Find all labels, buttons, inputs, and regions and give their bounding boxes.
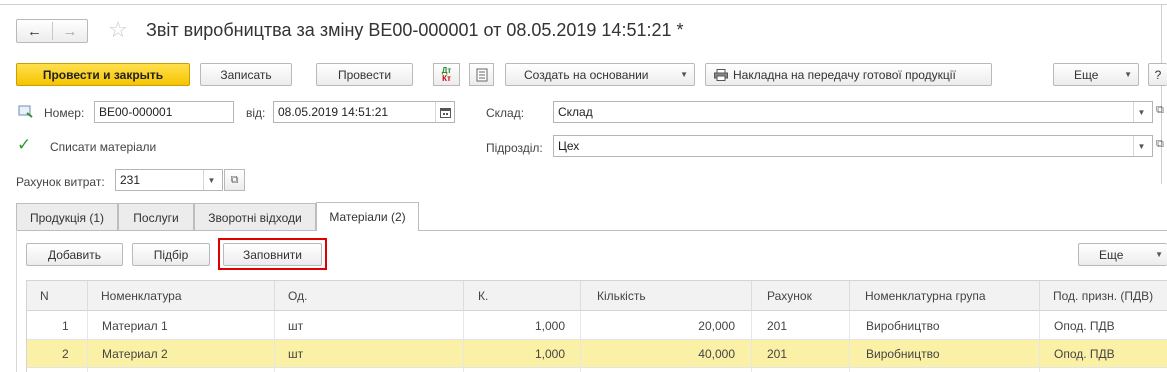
column-divider [274, 281, 275, 312]
table-more-label: Еще [1099, 247, 1124, 262]
cell-n: 2 [62, 347, 69, 361]
column-divider [463, 311, 464, 372]
cell-nomenclature: Материал 1 [102, 319, 168, 333]
create-based-on-button[interactable]: Создать на основании ▼ [505, 63, 695, 86]
column-header-n[interactable]: N [40, 289, 49, 303]
column-header-nomenclature-group[interactable]: Номенклатурна група [865, 289, 986, 303]
fill-button[interactable]: Заповнити [223, 243, 322, 266]
checkmark-icon[interactable]: ✓ [17, 136, 33, 153]
warehouse-label: Склад: [486, 106, 525, 120]
chevron-down-icon[interactable]: ▼ [1133, 102, 1149, 122]
invoice-print-button[interactable]: Накладна на передачу готової продукції [705, 63, 992, 86]
arrow-left-icon[interactable]: ← [17, 20, 52, 42]
open-link-icon[interactable]: ⧉ [1156, 138, 1167, 154]
column-header-quantity[interactable]: Кількість [597, 289, 646, 303]
window-top-border [0, 4, 1167, 5]
column-header-account[interactable]: Рахунок [767, 289, 812, 303]
more-button[interactable]: Еще ▼ [1053, 63, 1139, 86]
cost-account-label: Рахунок витрат: [16, 175, 105, 189]
division-label: Підрозділ: [486, 141, 543, 155]
table-header: N Номенклатура Од. К. Кількість Рахунок … [26, 280, 1167, 312]
post-button[interactable]: Провести [316, 63, 413, 86]
create-based-on-label: Создать на основании [524, 67, 649, 82]
column-divider [274, 311, 275, 372]
date-field[interactable]: 08.05.2019 14:51:21 [273, 101, 455, 123]
open-link-icon[interactable]: ⧉ [224, 169, 245, 191]
chevron-down-icon: ▼ [1124, 70, 1132, 79]
warehouse-field[interactable]: Склад [553, 101, 1153, 123]
post-and-close-button[interactable]: Провести и закрыть [16, 63, 190, 86]
cell-account: 201 [767, 347, 788, 361]
cell-account: 201 [767, 319, 788, 333]
tab-returnable-waste[interactable]: Зворотні відходи [194, 203, 316, 231]
chevron-down-icon: ▼ [1155, 250, 1163, 259]
cell-nomenclature-group: Виробництво [866, 347, 940, 361]
more-button-label: Еще [1074, 67, 1099, 82]
column-divider [751, 311, 752, 372]
division-field[interactable]: Цех [553, 135, 1153, 157]
arrow-right-icon[interactable]: → [53, 20, 87, 42]
column-divider [849, 311, 850, 372]
tab-services[interactable]: Послуги [118, 203, 194, 231]
cell-coefficient: 1,000 [534, 347, 565, 361]
column-header-coefficient[interactable]: К. [478, 289, 488, 303]
column-divider [580, 311, 581, 372]
column-divider [849, 281, 850, 312]
table-row[interactable]: 1 Материал 1 шт 1,000 20,000 201 Виробни… [26, 312, 1167, 340]
number-field[interactable]: ВЕ00-000001 [94, 101, 234, 123]
cell-unit: шт [288, 347, 304, 361]
debit-credit-icon[interactable]: Дт Кт [433, 63, 460, 86]
printer-icon [714, 68, 728, 81]
document-icon [18, 104, 34, 118]
help-button[interactable]: ? [1148, 63, 1167, 86]
number-label: Номер: [44, 106, 85, 120]
date-label: від: [246, 106, 266, 120]
tab-panel-border [16, 230, 1167, 231]
cell-nomenclature-group: Виробництво [866, 319, 940, 333]
report-icon[interactable] [469, 63, 494, 86]
column-header-unit[interactable]: Од. [288, 289, 307, 303]
cell-n: 1 [62, 319, 69, 333]
pick-button[interactable]: Підбір [132, 243, 210, 266]
tab-products[interactable]: Продукція (1) [16, 203, 118, 231]
invoice-print-label: Накладна на передачу готової продукції [733, 67, 956, 82]
calendar-icon[interactable] [435, 102, 454, 122]
column-header-nomenclature[interactable]: Номенклатура [101, 289, 182, 303]
table-left-border [26, 280, 27, 372]
column-divider [463, 281, 464, 312]
page-title: Звіт виробництва за зміну ВЕ00-000001 от… [146, 20, 684, 40]
open-link-icon[interactable]: ⧉ [1156, 104, 1167, 120]
cell-vat-sign: Опод. ПДВ [1054, 319, 1115, 333]
cell-coefficient: 1,000 [534, 319, 565, 333]
window-right-border [1161, 4, 1162, 184]
cell-quantity: 40,000 [698, 347, 735, 361]
column-divider [1039, 281, 1040, 312]
column-divider [1039, 311, 1040, 372]
cell-vat-sign: Опод. ПДВ [1054, 347, 1115, 361]
write-button[interactable]: Записать [200, 63, 292, 86]
table-row-selected[interactable]: 2 Материал 2 шт 1,000 40,000 201 Виробни… [26, 340, 1167, 368]
cell-quantity: 20,000 [698, 319, 735, 333]
add-button[interactable]: Добавить [26, 243, 123, 266]
tab-materials[interactable]: Матеріали (2) [316, 202, 419, 231]
column-divider [580, 281, 581, 312]
cell-nomenclature: Материал 2 [102, 347, 168, 361]
column-divider [751, 281, 752, 312]
column-divider [87, 311, 88, 372]
star-icon[interactable]: ☆ [105, 17, 131, 43]
chevron-down-icon[interactable]: ▼ [203, 170, 219, 190]
cell-unit: шт [288, 319, 304, 333]
column-divider [87, 281, 88, 312]
chevron-down-icon: ▼ [680, 70, 688, 79]
column-header-vat-sign[interactable]: Под. призн. (ПДВ) [1053, 289, 1153, 303]
chevron-down-icon[interactable]: ▼ [1133, 136, 1149, 156]
table-more-button[interactable]: Еще ▼ [1078, 243, 1167, 266]
tab-panel-left-border [16, 230, 17, 372]
writeoff-materials-label: Списати матеріали [50, 140, 157, 154]
